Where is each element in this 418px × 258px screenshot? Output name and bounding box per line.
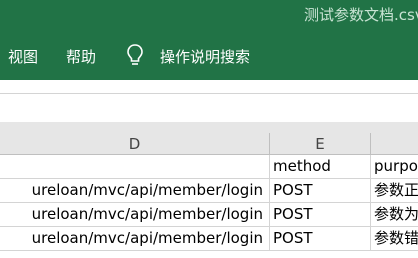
menu-help[interactable]: 帮助 <box>66 46 96 67</box>
cell-f4[interactable]: 参数错 <box>371 227 418 251</box>
cell-d1[interactable] <box>0 155 270 179</box>
cell-e1[interactable]: method <box>270 155 371 179</box>
cell-d4[interactable]: ureloan/mvc/api/member/login <box>0 227 270 251</box>
cell-e2[interactable]: POST <box>270 179 371 203</box>
tell-me-search[interactable]: 操作说明搜索 <box>160 46 250 67</box>
cell-f3[interactable]: 参数为 <box>371 203 418 227</box>
column-header-d[interactable]: D <box>0 133 270 155</box>
ribbon-strip <box>0 80 418 93</box>
formula-bar[interactable] <box>0 93 418 123</box>
cell-d2[interactable]: ureloan/mvc/api/member/login <box>0 179 270 203</box>
window-title: 测试参数文档.csv <box>304 6 418 24</box>
ribbon: 测试参数文档.csv 视图 帮助 操作说明搜索 <box>0 0 418 80</box>
cell-f2[interactable]: 参数正 <box>371 179 418 203</box>
column-header-f[interactable] <box>371 133 418 155</box>
cell-e3[interactable]: POST <box>270 203 371 227</box>
cell-f1[interactable]: purpo <box>371 155 418 179</box>
cell-d3[interactable]: ureloan/mvc/api/member/login <box>0 203 270 227</box>
column-header-e[interactable]: E <box>270 133 371 155</box>
sheet-top-gap <box>0 122 418 133</box>
cell-e4[interactable]: POST <box>270 227 371 251</box>
menu-view[interactable]: 视图 <box>8 46 38 67</box>
lightbulb-icon[interactable] <box>124 42 146 68</box>
